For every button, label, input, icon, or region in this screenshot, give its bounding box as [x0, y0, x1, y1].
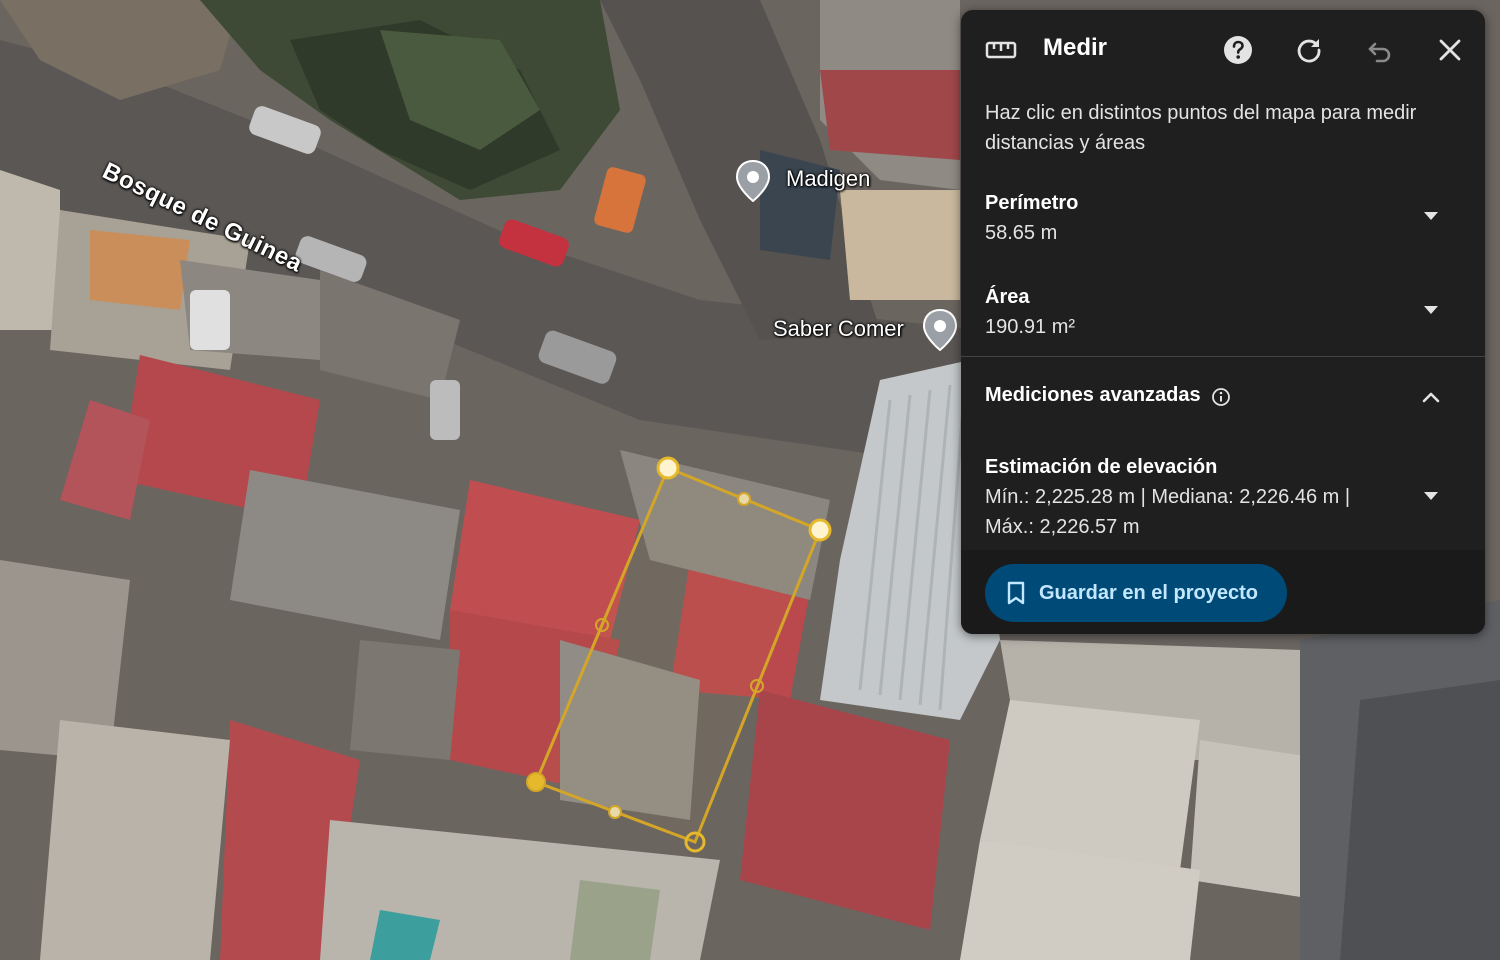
elevation-section[interactable]: Estimación de elevación Mín.: 2,225.28 m…: [985, 452, 1425, 542]
refresh-icon[interactable]: [1291, 32, 1327, 68]
chevron-down-icon[interactable]: [1419, 298, 1443, 322]
divider: [961, 356, 1485, 357]
perimeter-value: 58.65 m: [985, 222, 1058, 244]
panel-title: Medir: [1043, 34, 1108, 61]
measure-vertex-handle[interactable]: [526, 772, 546, 792]
save-to-project-button[interactable]: Guardar en el proyecto: [985, 564, 1287, 622]
map-stage[interactable]: Bosque de Guinea Madigen Saber Comer Med…: [0, 0, 1500, 960]
map-pin-icon[interactable]: [735, 160, 771, 202]
info-icon[interactable]: [1211, 387, 1231, 407]
undo-icon[interactable]: [1362, 32, 1398, 68]
instructions-text: Haz clic en distintos puntos del mapa pa…: [985, 102, 1417, 154]
advanced-measurements-label[interactable]: Mediciones avanzadas: [985, 384, 1201, 407]
chevron-down-icon[interactable]: [1419, 484, 1443, 508]
measure-vertex-handle[interactable]: [656, 456, 680, 480]
close-icon[interactable]: [1432, 32, 1468, 68]
measure-midpoint-handle[interactable]: [608, 805, 622, 819]
area-section[interactable]: Área 190.91 m²: [985, 282, 1461, 342]
perimeter-label: Perímetro: [985, 192, 1079, 214]
map-pin-icon[interactable]: [922, 309, 958, 351]
area-value: 190.91 m²: [985, 316, 1076, 338]
save-button-label: Guardar en el proyecto: [1039, 581, 1258, 604]
measurement-polygon: [534, 466, 822, 844]
panel-footer: Guardar en el proyecto: [961, 550, 1485, 634]
bookmark-icon: [1007, 581, 1025, 605]
chevron-up-icon[interactable]: [1419, 386, 1443, 410]
poi-label-madigen[interactable]: Madigen: [786, 166, 870, 192]
poi-label-saber-comer[interactable]: Saber Comer: [773, 316, 904, 342]
ruler-icon: [983, 32, 1019, 68]
panel-header: Medir: [961, 10, 1485, 92]
measure-panel: Medir Haz clic en distintos puntos del m…: [961, 10, 1485, 634]
elevation-line-1: Mín.: 2,225.28 m | Mediana: 2,226.46 m |: [985, 486, 1351, 508]
help-icon[interactable]: [1220, 32, 1256, 68]
area-label: Área: [985, 286, 1030, 308]
measure-vertex-handle[interactable]: [808, 518, 832, 542]
elevation-label: Estimación de elevación: [985, 456, 1218, 478]
perimeter-section[interactable]: Perímetro 58.65 m: [985, 188, 1461, 248]
chevron-down-icon[interactable]: [1419, 204, 1443, 228]
elevation-line-2: Máx.: 2,226.57 m: [985, 516, 1140, 538]
measure-midpoint-handle[interactable]: [737, 492, 751, 506]
